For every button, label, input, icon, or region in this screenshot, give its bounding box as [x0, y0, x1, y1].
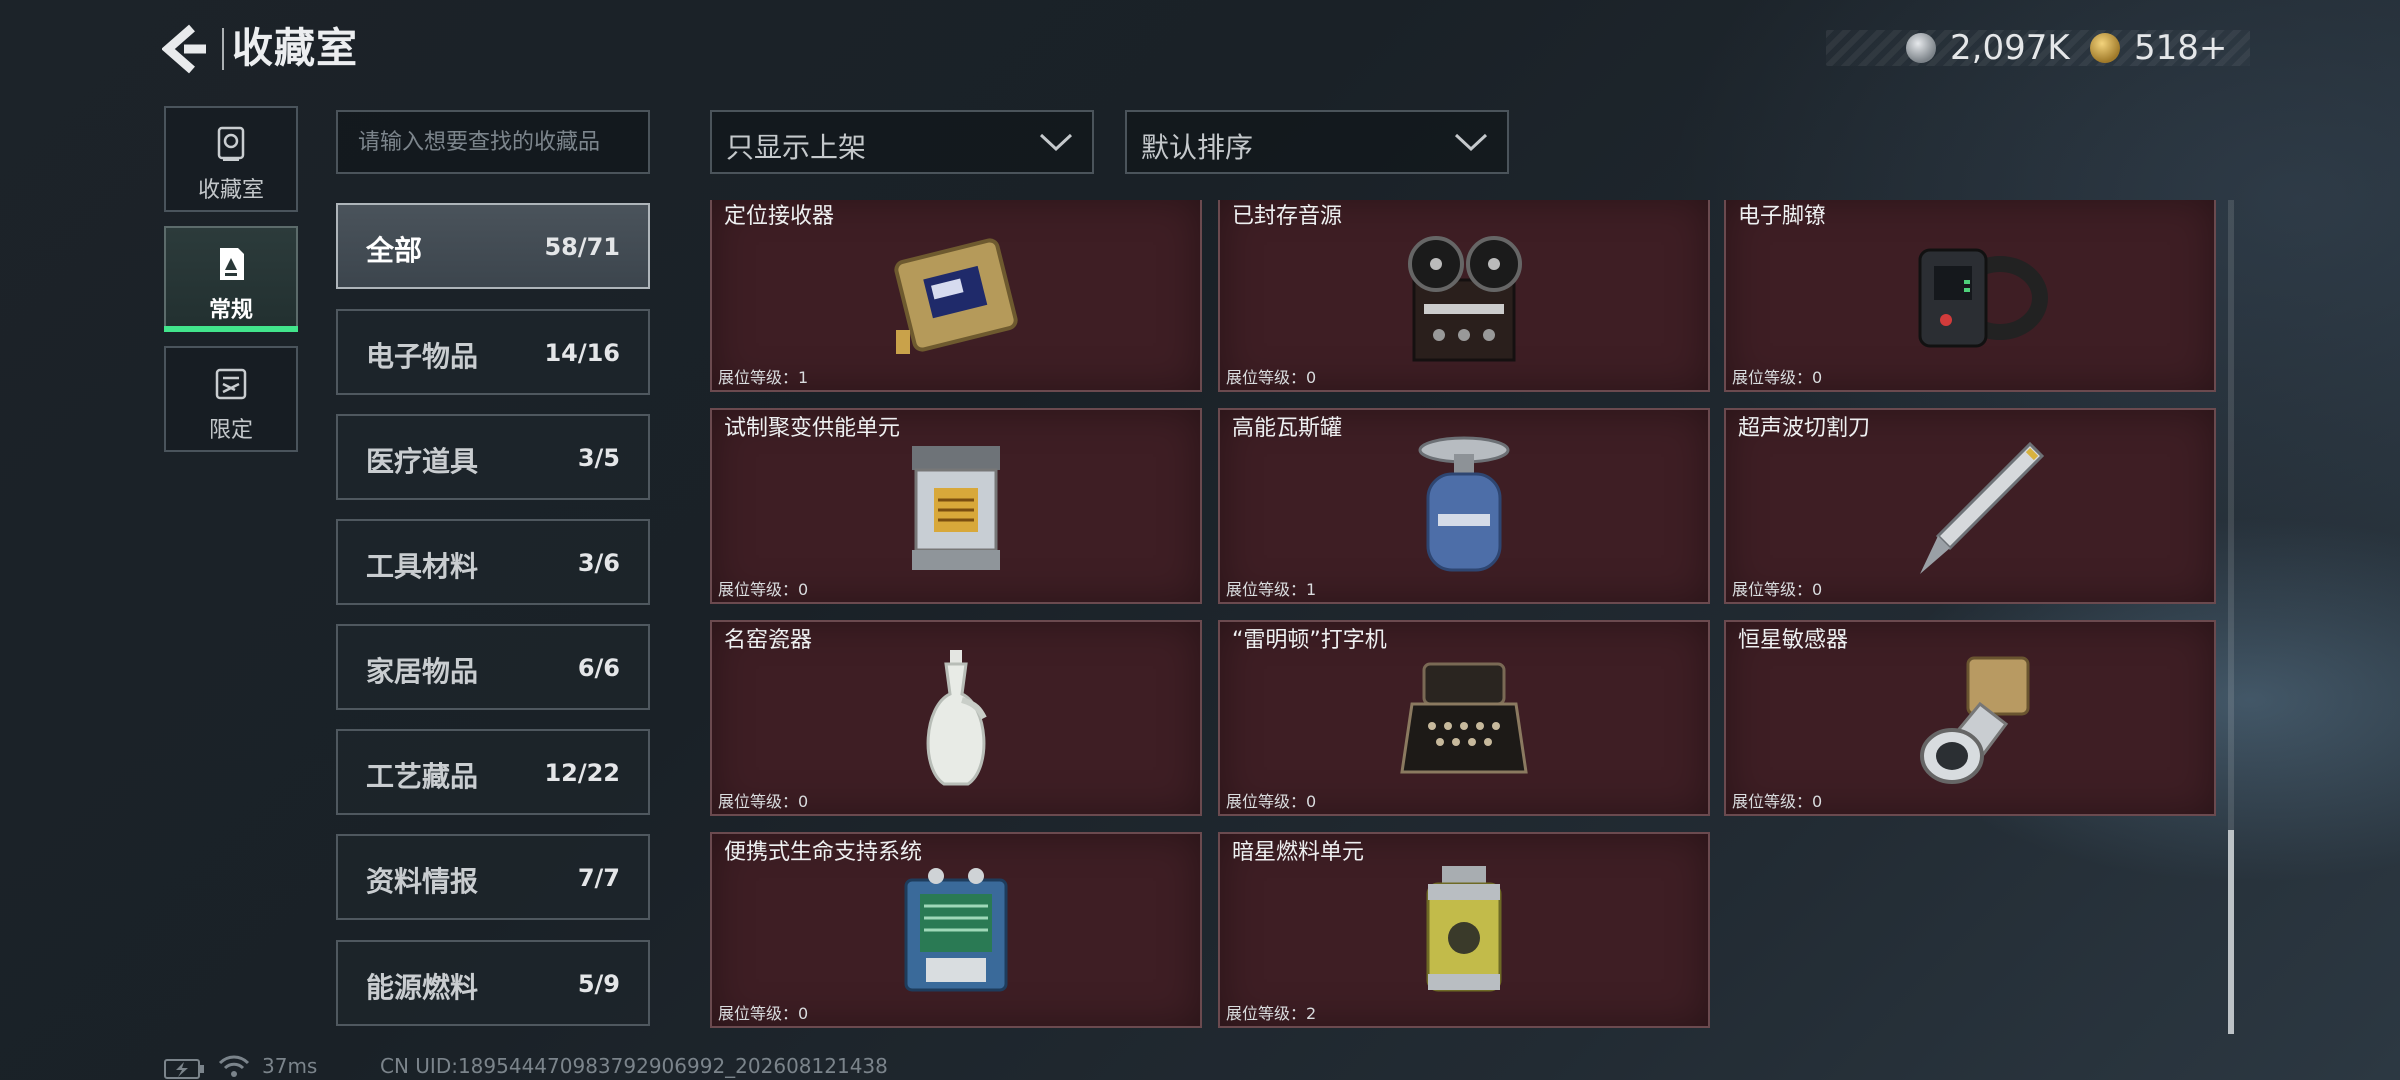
category-count: 5/9: [577, 970, 620, 998]
active-mode-indicator: [164, 326, 298, 332]
item-name: 电子脚镣: [1738, 204, 1827, 229]
item-level: 展位等级：0: [1226, 368, 1317, 387]
gold-coin-icon: [2090, 33, 2120, 63]
item-level: 展位等级：1: [1226, 580, 1317, 599]
category-count: 3/6: [577, 549, 620, 577]
trophy-icon: [217, 126, 245, 161]
display-filter-dropdown[interactable]: 只显示上架: [710, 110, 1094, 174]
collection-card-fusion-cell[interactable]: 试制聚变供能单元 展位等级：0: [710, 408, 1202, 604]
grid-scrollbar-thumb[interactable]: [2228, 830, 2234, 1034]
life-support-icon: [904, 868, 1008, 992]
category-count: 14/16: [544, 339, 620, 367]
item-level: 展位等级：0: [1732, 580, 1823, 599]
page-title: 收藏室: [232, 24, 358, 72]
collection-card-star-sensor[interactable]: 恒星敏感器 展位等级：0: [1724, 620, 2216, 816]
category-household[interactable]: 家居物品 6/6: [336, 624, 650, 710]
mode-tab-collection-room[interactable]: 收藏室: [164, 106, 298, 212]
mode-label: 收藏室: [197, 178, 264, 203]
item-name: 定位接收器: [724, 204, 835, 229]
item-level: 展位等级：1: [718, 368, 809, 387]
mode-tab-regular[interactable]: 常规: [164, 226, 298, 332]
category-name: 医疗道具: [366, 445, 479, 478]
item-level: 展位等级：2: [1226, 1004, 1317, 1023]
sort-value: 默认排序: [1141, 131, 1254, 164]
item-level: 展位等级：0: [718, 580, 809, 599]
item-name: 暗星燃料单元: [1232, 840, 1365, 865]
item-name: 试制聚变供能单元: [724, 416, 901, 441]
item-level: 展位等级：0: [1732, 792, 1823, 811]
category-name: 工艺藏品: [366, 760, 479, 793]
category-name: 工具材料: [366, 550, 479, 583]
mode-label: 常规: [208, 298, 253, 323]
collection-card-gas-tank[interactable]: 高能瓦斯罐 展位等级：1: [1218, 408, 1710, 604]
item-name: “雷明顿”打字机: [1232, 628, 1387, 653]
title-divider: [222, 28, 224, 70]
category-count: 3/5: [577, 444, 620, 472]
fuel-canister-icon: [1426, 866, 1502, 992]
category-medical[interactable]: 医疗道具 3/5: [336, 414, 650, 500]
star-sensor-icon: [1920, 656, 2030, 784]
item-level: 展位等级：0: [718, 1004, 809, 1023]
category-name: 全部: [366, 234, 423, 267]
collection-grid: 定位接收器 展位等级：1 已封存音源 展位等级：0 电子脚镣 展位等级：0 试制…: [710, 200, 2220, 1034]
category-name: 电子物品: [366, 340, 479, 373]
category-intel[interactable]: 资料情报 7/7: [336, 834, 650, 920]
item-name: 超声波切割刀: [1738, 416, 1871, 441]
category-electronics[interactable]: 电子物品 14/16: [336, 309, 650, 395]
item-name: 高能瓦斯罐: [1232, 416, 1343, 441]
collection-card-typewriter[interactable]: “雷明顿”打字机 展位等级：0: [1218, 620, 1710, 816]
sort-dropdown[interactable]: 默认排序: [1125, 110, 1509, 174]
category-name: 资料情报: [366, 865, 479, 898]
category-count: 7/7: [577, 864, 620, 892]
collection-card-fuel-unit[interactable]: 暗星燃料单元 展位等级：2: [1218, 832, 1710, 1028]
collection-card-sealed-audio[interactable]: 已封存音源 展位等级：0: [1218, 200, 1710, 392]
limited-icon: [215, 368, 247, 400]
item-name: 恒星敏感器: [1738, 628, 1849, 653]
item-level: 展位等级：0: [1732, 368, 1823, 387]
category-name: 能源燃料: [366, 971, 479, 1004]
collection-card-life-support[interactable]: 便携式生命支持系统 展位等级：0: [710, 832, 1202, 1028]
search-box: [336, 110, 650, 174]
typewriter-icon: [1400, 662, 1528, 774]
receiver-icon: [894, 238, 1018, 354]
ankle-monitor-icon: [1918, 248, 2048, 348]
back-button[interactable]: [162, 24, 208, 74]
item-name: 已封存音源: [1232, 204, 1343, 229]
item-name: 名窑瓷器: [724, 628, 813, 653]
category-count: 6/6: [577, 654, 620, 682]
ping-text: 37ms: [262, 1054, 318, 1078]
battery-icon: [164, 1059, 204, 1079]
currency-secondary: 518+: [2134, 28, 2228, 68]
item-level: 展位等级：0: [718, 792, 809, 811]
collection-card-receiver[interactable]: 定位接收器 展位等级：1: [710, 200, 1202, 392]
category-count: 12/22: [544, 759, 620, 787]
collection-card-ankle-monitor[interactable]: 电子脚镣 展位等级：0: [1724, 200, 2216, 392]
mode-label: 限定: [208, 418, 253, 443]
gas-tank-icon: [1418, 436, 1510, 572]
currency-primary: 2,097K: [1950, 28, 2070, 68]
chevron-down-icon: [1039, 133, 1073, 152]
uid-text: CN UID:18954447098379290699​2_2026081214…: [380, 1054, 888, 1078]
category-name: 家居物品: [366, 655, 479, 688]
fusion-cell-icon: [912, 446, 1000, 570]
search-input[interactable]: [338, 112, 648, 172]
category-all[interactable]: 全部 58/71: [336, 203, 650, 289]
category-tools[interactable]: 工具材料 3/6: [336, 519, 650, 605]
mode-tab-limited[interactable]: 限定: [164, 346, 298, 452]
silver-coin-icon: [1906, 33, 1936, 63]
category-crafts[interactable]: 工艺藏品 12/22: [336, 729, 650, 815]
display-filter-value: 只显示上架: [726, 131, 867, 164]
collection-card-ultrasonic-knife[interactable]: 超声波切割刀 展位等级：0: [1724, 408, 2216, 604]
ultrasonic-knife-icon: [1920, 441, 2045, 574]
item-level: 展位等级：0: [1226, 792, 1317, 811]
chevron-down-icon: [1454, 133, 1488, 152]
category-energy[interactable]: 能源燃料 5/9: [336, 940, 650, 1026]
collection-card-porcelain[interactable]: 名窑瓷器 展位等级：0: [710, 620, 1202, 816]
porcelain-vase-icon: [926, 650, 987, 786]
category-count: 58/71: [544, 233, 620, 261]
wifi-icon: [218, 1055, 250, 1077]
back-arrow-icon: [162, 24, 206, 74]
reel-recorder-icon: [1408, 236, 1522, 362]
collection-icon: [220, 248, 244, 280]
